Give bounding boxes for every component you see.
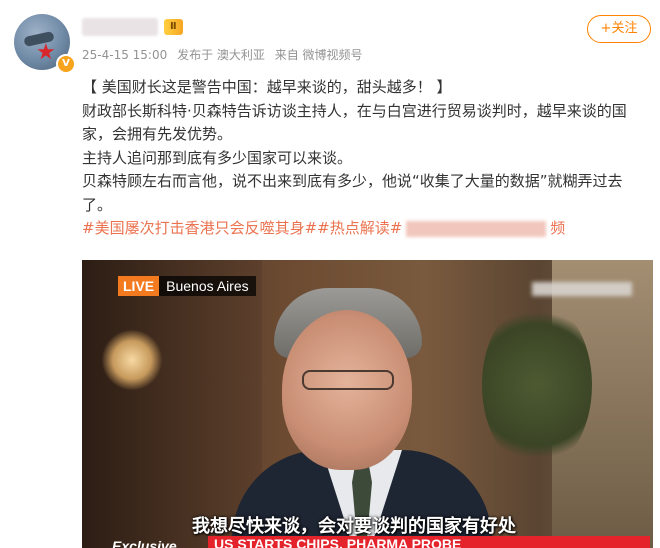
post-meta: 25-4-15 15:00 发布于 澳大利亚 来自 微博视频号 xyxy=(82,46,369,63)
tag-tail[interactable]: 频 xyxy=(550,219,565,237)
post-source[interactable]: 来自 微博视频号 xyxy=(275,48,363,62)
follow-button[interactable]: +关注 xyxy=(587,15,651,43)
speaker-face xyxy=(282,310,412,470)
post-paragraph: 主持人追问那到底有多少国家可以来谈。 xyxy=(82,148,353,167)
video-player[interactable]: LIVE Buenos Aires 我想尽快来谈，会对要谈判的国家有好处 Exc… xyxy=(82,260,653,548)
background-curtain xyxy=(82,260,262,548)
exclusive-label: Exclusive xyxy=(112,538,177,548)
post-headline: 【 美国财长这是警告中国：越早来谈的，甜头越多！ 】 xyxy=(82,78,452,96)
hashtag-links[interactable]: #美国屡次打击香港只会反噬其身##热点解读# xyxy=(82,219,402,237)
verified-v-icon: V xyxy=(56,54,76,74)
blurred-tag xyxy=(406,220,547,237)
user-level-badge: Ⅱ xyxy=(164,19,183,35)
live-tag: LIVE xyxy=(118,276,160,296)
background-lamp xyxy=(102,330,162,390)
post-location: 发布于 澳大利亚 xyxy=(177,48,265,62)
blurred-watermark xyxy=(532,282,632,296)
news-ticker: US STARTS CHIPS, PHARMA PROBE xyxy=(208,536,650,548)
post-paragraph: 财政部长斯科特·贝森特告诉访谈主持人，在与白宫进行贸易谈判时，越早来谈的国家，会… xyxy=(82,101,627,144)
post-body: 【 美国财长这是警告中国：越早来谈的，甜头越多！ 】 财政部长斯科特·贝森特告诉… xyxy=(82,76,652,241)
background-plant xyxy=(482,300,592,470)
post-tags-line: #美国屡次打击香港只会反噬其身##热点解读# 频 xyxy=(82,217,652,241)
speaker-glasses xyxy=(302,370,394,390)
live-location: Buenos Aires xyxy=(159,276,256,296)
post-timestamp[interactable]: 25-4-15 15:00 xyxy=(82,48,167,62)
post-paragraph: 贝森特顾左右而言他，说不出来到底有多少，他说“收集了大量的数据”就糊弄过去了。 xyxy=(82,172,623,214)
live-banner: LIVE Buenos Aires xyxy=(118,276,256,296)
video-subtitle: 我想尽快来谈，会对要谈判的国家有好处 xyxy=(192,516,516,537)
username-blurred[interactable] xyxy=(82,18,158,36)
red-star-icon: ★ xyxy=(36,40,56,65)
